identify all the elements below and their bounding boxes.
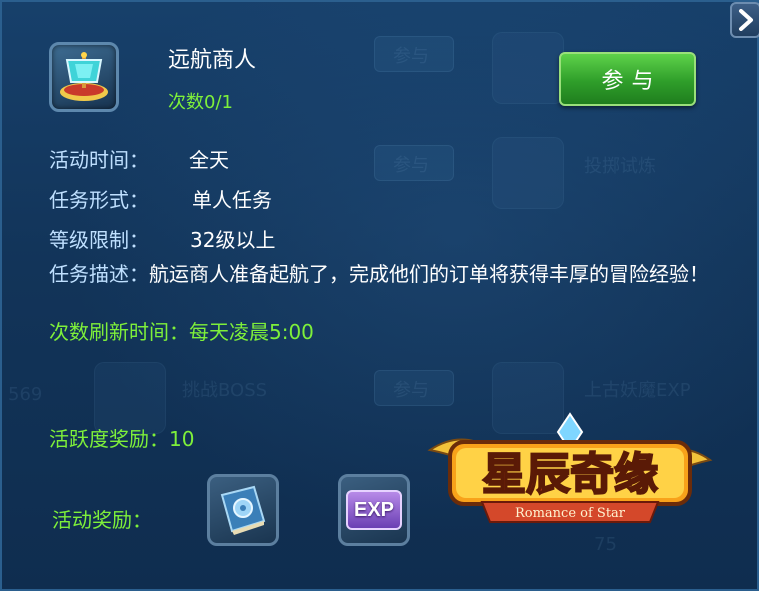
bg-number: 569 (8, 384, 43, 405)
exp-text: EXP (353, 498, 395, 521)
activity-time-value: 全天 (189, 148, 229, 172)
bg-join-button: 参与 (374, 145, 454, 181)
activity-reward-value: 10 (169, 427, 195, 451)
bg-item-label: 挑战BOSS (182, 380, 268, 401)
activity-detail-panel: 参与 参与 参与 挑战BOSS 上古妖魔EXP 投掷试炼 569 75 远航商人… (0, 0, 759, 591)
task-description-label: 任务描述： (49, 262, 149, 286)
reward-label: 活动奖励： (52, 508, 152, 532)
game-logo: 星辰奇缘 Romance of Star (427, 412, 713, 523)
reward-item-exp[interactable]: EXP (338, 474, 410, 546)
svg-text:Romance of Star: Romance of Star (515, 506, 626, 521)
level-limit-row: 等级限制： 32级以上 (49, 224, 275, 253)
bg-item-label: 上古妖魔EXP (584, 380, 691, 401)
task-description-text: 航运商人准备起航了，完成他们的订单将获得丰厚的冒险经验！ (149, 262, 709, 286)
bg-item-label: 投掷试炼 (584, 156, 656, 177)
reward-item-spellbook[interactable] (207, 474, 279, 546)
activity-time-label: 活动时间： (49, 148, 149, 172)
level-limit-label: 等级限制： (49, 228, 149, 252)
bg-join-button: 参与 (374, 370, 454, 406)
bg-join-button: 参与 (374, 36, 454, 72)
activity-reward-row: 活跃度奖励：10 (49, 423, 194, 452)
refresh-time-text: 次数刷新时间：每天凌晨5:00 (49, 320, 314, 344)
join-button[interactable]: 参与 (559, 52, 696, 106)
chevron-right-icon (738, 9, 753, 31)
merchant-ship-icon (60, 52, 108, 101)
exp-icon: EXP (346, 490, 402, 530)
attempt-count: 次数0/1 (168, 92, 233, 113)
bg-activity-icon (492, 32, 564, 104)
activity-time-row: 活动时间： 全天 (49, 144, 229, 173)
activity-title: 远航商人 (168, 48, 257, 73)
task-description: 任务描述：航运商人准备起航了，完成他们的订单将获得丰厚的冒险经验！ (49, 260, 709, 288)
activity-reward-label: 活跃度奖励： (49, 427, 169, 451)
task-form-row: 任务形式： 单人任务 (49, 184, 272, 213)
activity-icon-frame (49, 42, 119, 112)
level-limit-value: 32级以上 (190, 228, 276, 252)
spellbook-icon (220, 485, 266, 535)
task-form-label: 任务形式： (49, 188, 149, 212)
close-button[interactable] (730, 2, 759, 38)
task-form-value: 单人任务 (192, 188, 272, 212)
bg-activity-icon (492, 137, 564, 209)
svg-text:星辰奇缘: 星辰奇缘 (482, 449, 658, 500)
